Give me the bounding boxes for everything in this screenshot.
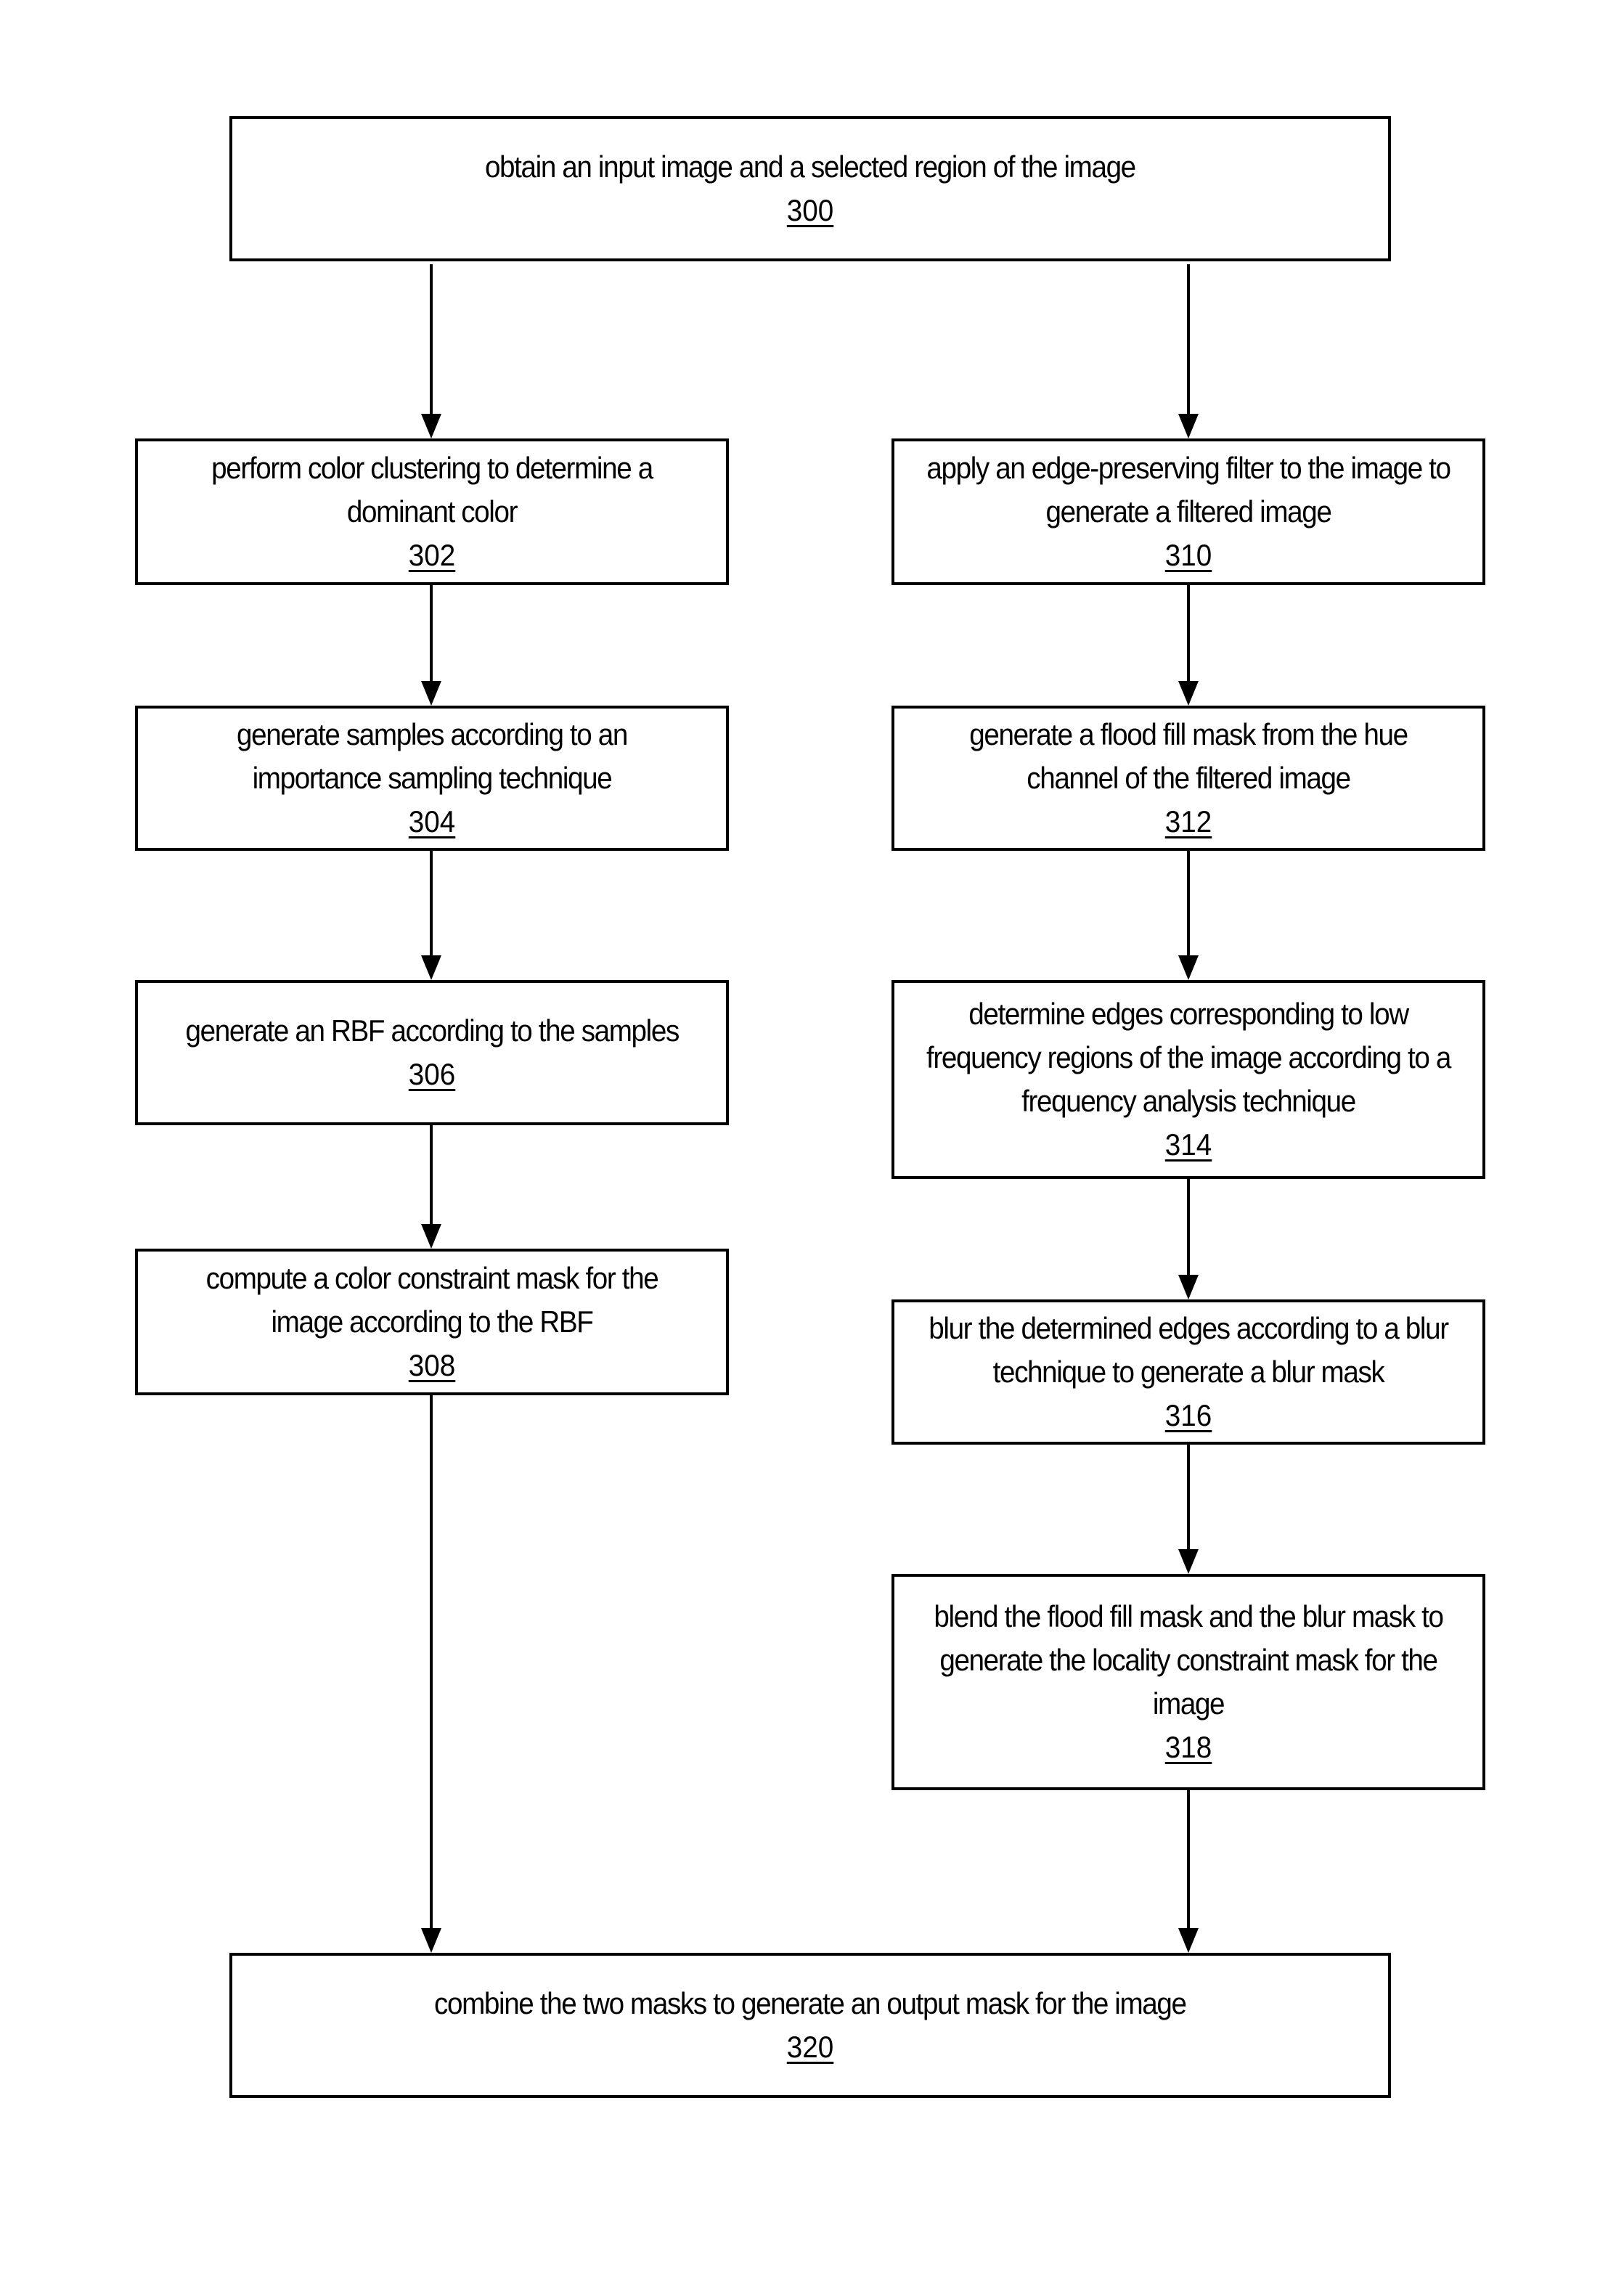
arrowhead-icon-310-312 bbox=[1178, 681, 1199, 706]
step-306-text: generate an RBF according to the samples bbox=[185, 1013, 680, 1048]
step-300-ref: 300 bbox=[786, 193, 834, 227]
step-314-text: determine edges corresponding to low fre… bbox=[926, 997, 1451, 1118]
step-300-box: obtain an input image and a selected reg… bbox=[229, 116, 1391, 261]
arrowhead-icon-300-302 bbox=[421, 414, 441, 438]
step-314-box: determine edges corresponding to low fre… bbox=[891, 980, 1485, 1179]
step-318-ref: 318 bbox=[1164, 1730, 1212, 1764]
step-312-box: generate a flood fill mask from the hue … bbox=[891, 706, 1485, 851]
arrowhead-icon-314-316 bbox=[1178, 1275, 1199, 1299]
arrowhead-icon-316-318 bbox=[1178, 1549, 1199, 1574]
arrowhead-icon-302-304 bbox=[421, 681, 441, 706]
step-308-text: compute a color constraint mask for the … bbox=[205, 1261, 659, 1339]
arrowhead-icon-308-320 bbox=[421, 1928, 441, 1953]
step-304-ref: 304 bbox=[408, 804, 456, 838]
step-312-ref: 312 bbox=[1164, 804, 1212, 838]
step-304-box: generate samples according to an importa… bbox=[135, 706, 729, 851]
step-300-text: obtain an input image and a selected reg… bbox=[485, 150, 1136, 184]
step-306-ref: 306 bbox=[408, 1057, 456, 1091]
step-314-ref: 314 bbox=[1164, 1127, 1212, 1162]
arrowhead-icon-312-314 bbox=[1178, 955, 1199, 980]
step-302-box: perform color clustering to determine a … bbox=[135, 438, 729, 585]
step-310-box: apply an edge-preserving filter to the i… bbox=[891, 438, 1485, 585]
step-316-box: blur the determined edges according to a… bbox=[891, 1299, 1485, 1445]
step-308-box: compute a color constraint mask for the … bbox=[135, 1249, 729, 1395]
step-320-box: combine the two masks to generate an out… bbox=[229, 1953, 1391, 2098]
arrowhead-icon-300-310 bbox=[1178, 414, 1199, 438]
arrowhead-icon-318-320 bbox=[1178, 1928, 1199, 1953]
step-308-ref: 308 bbox=[408, 1348, 456, 1382]
arrowhead-icon-304-306 bbox=[421, 955, 441, 980]
step-310-ref: 310 bbox=[1164, 538, 1212, 572]
flowchart: obtain an input image and a selected reg… bbox=[0, 0, 1624, 2294]
step-320-ref: 320 bbox=[786, 2030, 834, 2064]
step-304-text: generate samples according to an importa… bbox=[237, 717, 628, 795]
step-306-box: generate an RBF according to the samples… bbox=[135, 980, 729, 1125]
step-302-text: perform color clustering to determine a … bbox=[211, 451, 653, 528]
step-316-text: blur the determined edges according to a… bbox=[929, 1311, 1449, 1389]
step-320-text: combine the two masks to generate an out… bbox=[434, 1986, 1187, 2020]
step-302-ref: 302 bbox=[408, 538, 456, 572]
step-316-ref: 316 bbox=[1164, 1398, 1212, 1432]
step-310-text: apply an edge-preserving filter to the i… bbox=[926, 451, 1451, 528]
step-312-text: generate a flood fill mask from the hue … bbox=[969, 717, 1408, 795]
arrowhead-icon-306-308 bbox=[421, 1224, 441, 1249]
step-318-text: blend the flood fill mask and the blur m… bbox=[934, 1599, 1444, 1720]
step-318-box: blend the flood fill mask and the blur m… bbox=[891, 1574, 1485, 1790]
